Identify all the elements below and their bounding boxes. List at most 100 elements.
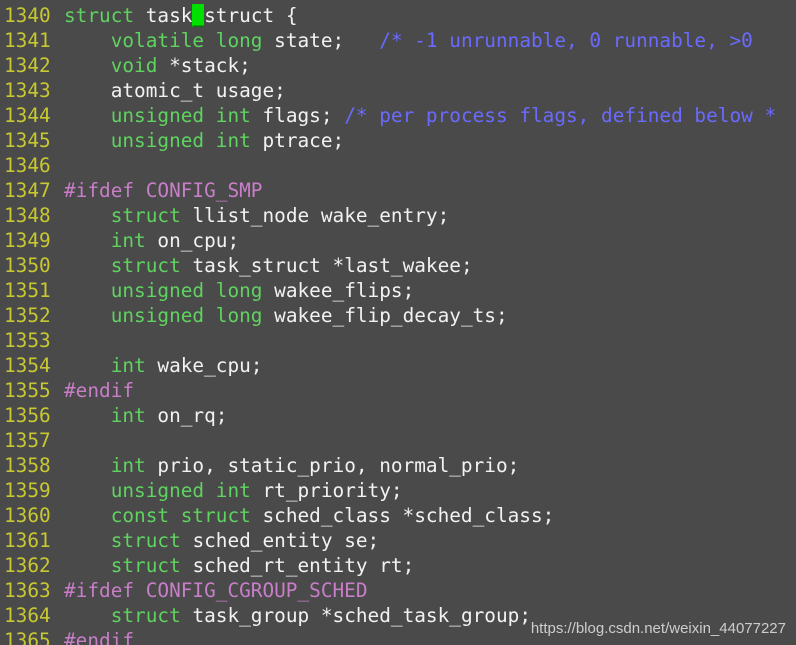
code-line[interactable]: 1354 int wake_cpu; <box>0 353 796 378</box>
line-number: 1342 <box>4 54 51 77</box>
code-token: #endif <box>64 379 135 402</box>
line-code: struct sched_entity se; <box>64 529 380 552</box>
line-number: 1354 <box>4 354 51 377</box>
code-editor[interactable]: 1340 struct task_struct {1341 volatile lo… <box>0 3 796 645</box>
line-number: 1363 <box>4 579 51 602</box>
code-token: llist_node wake_entry; <box>192 204 450 227</box>
line-code: unsigned long wakee_flip_decay_ts; <box>64 304 508 327</box>
code-token: task_group *sched_task_group; <box>192 604 531 627</box>
code-token: unsigned int <box>110 104 263 127</box>
line-code: #endif <box>64 629 134 645</box>
code-token: #endif <box>64 629 135 645</box>
code-token: unsigned int <box>110 129 263 152</box>
code-token: void <box>110 54 170 77</box>
code-line[interactable]: 1351 unsigned long wakee_flips; <box>0 278 796 303</box>
watermark: https://blog.csdn.net/weixin_44077227 <box>530 620 786 637</box>
code-token: *stack; <box>169 54 251 77</box>
code-line[interactable]: 1344 unsigned int flags; /* per process … <box>0 103 796 128</box>
line-number: 1350 <box>4 254 51 277</box>
code-token: #ifdef CONFIG_CGROUP_SCHED <box>64 579 368 602</box>
line-code: struct llist_node wake_entry; <box>64 204 450 227</box>
code-line[interactable]: 1346 <box>0 153 796 178</box>
text-cursor: _ <box>192 4 205 27</box>
code-token: struct <box>110 604 193 627</box>
line-number: 1343 <box>4 79 51 102</box>
code-line[interactable]: 1352 unsigned long wakee_flip_decay_ts; <box>0 303 796 328</box>
code-token: const struct <box>110 504 263 527</box>
code-line[interactable]: 1358 int prio, static_prio, normal_prio; <box>0 453 796 478</box>
code-token: wakee_flip_decay_ts; <box>274 304 508 327</box>
code-token: struct <box>110 529 193 552</box>
code-token: on_rq; <box>157 404 228 427</box>
code-token: struct <box>64 4 146 27</box>
code-token: int <box>110 229 158 252</box>
code-token: task <box>145 4 193 27</box>
code-line[interactable]: 1343 atomic_t usage; <box>0 78 796 103</box>
code-token: int <box>110 454 158 477</box>
code-line[interactable]: 1359 unsigned int rt_priority; <box>0 478 796 503</box>
code-line[interactable]: 1360 const struct sched_class *sched_cla… <box>0 503 796 528</box>
code-line[interactable]: 1350 struct task_struct *last_wakee; <box>0 253 796 278</box>
code-line[interactable]: 1340 struct task_struct { <box>0 3 796 28</box>
code-token: struct <box>110 254 193 277</box>
line-code: unsigned int flags; /* per process flags… <box>64 104 776 127</box>
code-token: sched_rt_entity rt; <box>192 554 415 577</box>
line-code: int on_rq; <box>64 404 228 427</box>
code-line[interactable]: 1345 unsigned int ptrace; <box>0 128 796 153</box>
line-code: unsigned int rt_priority; <box>64 479 403 502</box>
line-code: void *stack; <box>64 54 251 77</box>
code-token: /* per process flags, defined below * <box>344 104 777 127</box>
line-number: 1346 <box>4 154 51 177</box>
line-number: 1359 <box>4 479 51 502</box>
code-token: wakee_flips; <box>274 279 415 302</box>
code-line[interactable]: 1357 <box>0 428 796 453</box>
line-number: 1357 <box>4 429 51 452</box>
code-token: atomic_t usage; <box>64 79 286 102</box>
code-token: #ifdef CONFIG_SMP <box>64 179 263 202</box>
code-line[interactable]: 1362 struct sched_rt_entity rt; <box>0 553 796 578</box>
line-number: 1340 <box>4 4 51 27</box>
code-line[interactable]: 1348 struct llist_node wake_entry; <box>0 203 796 228</box>
line-code: struct task_struct { <box>64 4 298 27</box>
line-number: 1344 <box>4 104 51 127</box>
line-code: #ifdef CONFIG_SMP <box>64 179 262 202</box>
code-line[interactable]: 1355 #endif <box>0 378 796 403</box>
code-line[interactable]: 1356 int on_rq; <box>0 403 796 428</box>
code-line[interactable]: 1363 #ifdef CONFIG_CGROUP_SCHED <box>0 578 796 603</box>
code-token: int <box>110 404 158 427</box>
line-number: 1356 <box>4 404 51 427</box>
line-number: 1345 <box>4 129 51 152</box>
code-token: unsigned long <box>110 279 275 302</box>
code-line[interactable]: 1341 volatile long state; /* -1 unrunnab… <box>0 28 796 53</box>
code-line[interactable]: 1349 int on_cpu; <box>0 228 796 253</box>
line-number: 1348 <box>4 204 51 227</box>
code-line[interactable]: 1347 #ifdef CONFIG_SMP <box>0 178 796 203</box>
line-code: int prio, static_prio, normal_prio; <box>64 454 520 477</box>
line-code: struct sched_rt_entity rt; <box>64 554 415 577</box>
line-code: struct task_group *sched_task_group; <box>64 604 531 627</box>
code-line[interactable]: 1353 <box>0 328 796 353</box>
code-token: sched_entity se; <box>192 529 380 552</box>
line-number: 1351 <box>4 279 51 302</box>
code-line[interactable]: 1361 struct sched_entity se; <box>0 528 796 553</box>
line-number: 1341 <box>4 29 51 52</box>
code-token: on_cpu; <box>157 229 240 252</box>
code-line[interactable]: 1342 void *stack; <box>0 53 796 78</box>
line-code: int on_cpu; <box>64 229 239 252</box>
code-token: wake_cpu; <box>157 354 263 377</box>
code-token: rt_priority; <box>262 479 403 502</box>
code-token: struct <box>110 554 193 577</box>
line-number: 1362 <box>4 554 51 577</box>
line-number: 1349 <box>4 229 51 252</box>
